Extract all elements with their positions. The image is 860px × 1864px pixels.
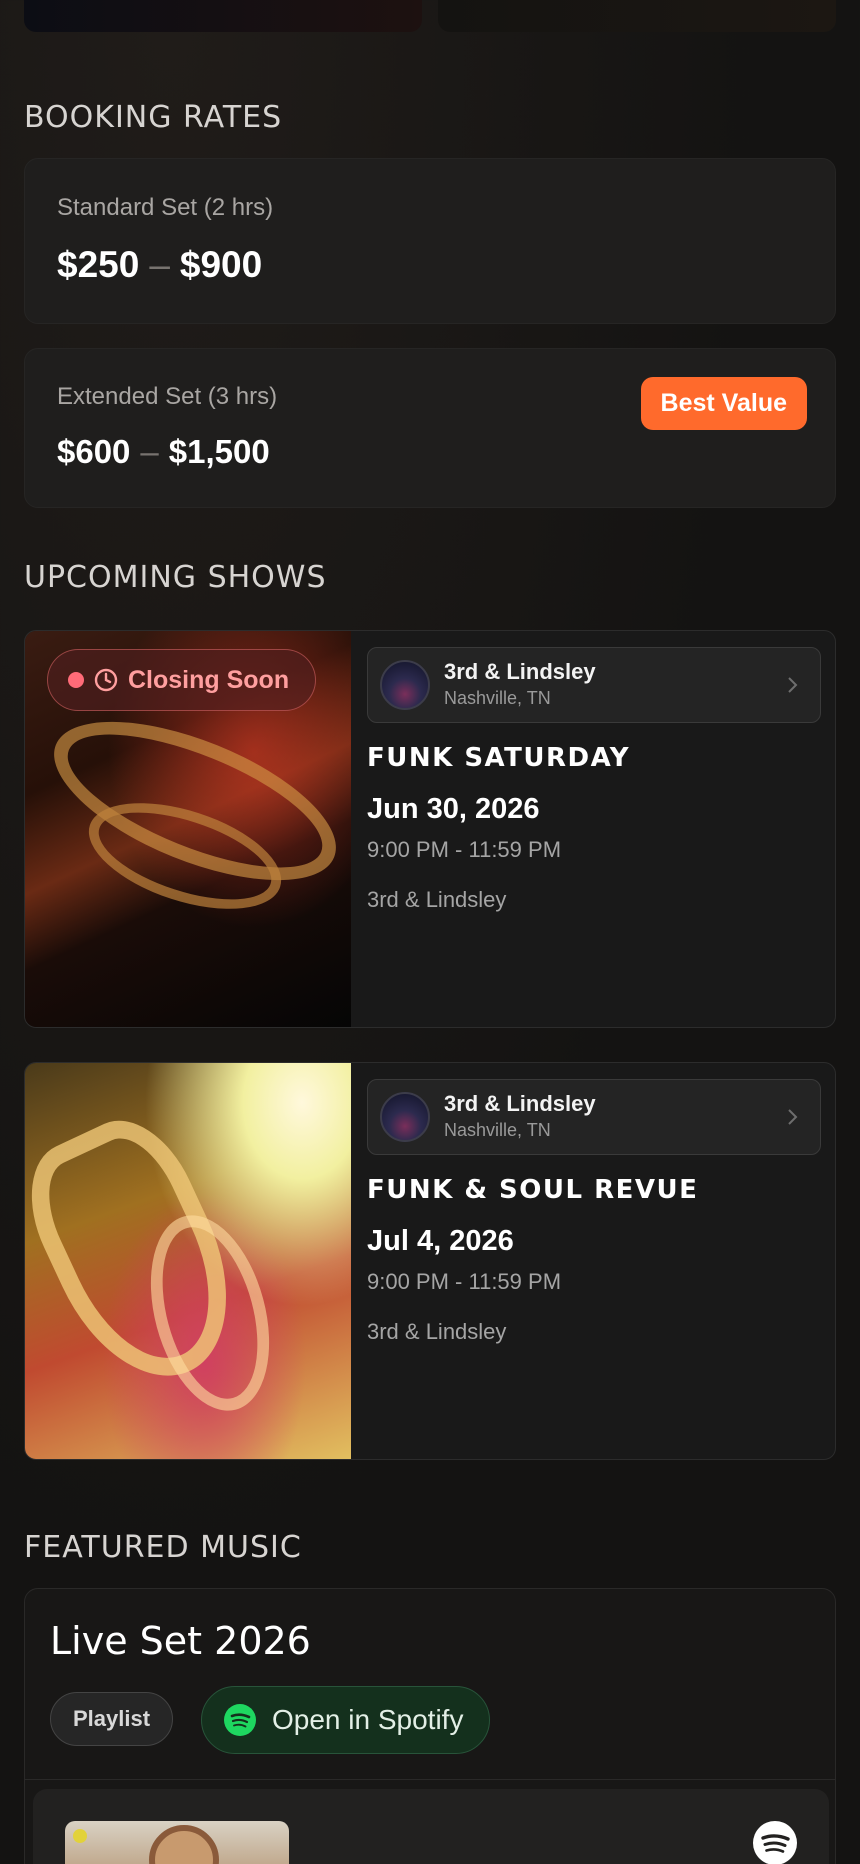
standard-set-card: Standard Set (2 hrs) $250– $900 — [24, 158, 836, 324]
trumpet-photo: Closing Soon — [25, 631, 357, 1027]
extended-set-price: $600– $1,500 — [57, 433, 270, 471]
standard-set-label: Standard Set (2 hrs) — [57, 194, 274, 221]
extended-set-card: Extended Set (3 hrs) $600– $1,500 Best Va… — [24, 348, 836, 508]
mini-badge-icon — [73, 1829, 87, 1843]
playlist-tag: Playlist — [50, 1692, 174, 1746]
top-card-stub-left[interactable] — [24, 0, 422, 32]
price-min: $250 — [57, 244, 140, 285]
best-value-badge: Best Value — [640, 377, 807, 430]
spotify-icon — [224, 1704, 256, 1736]
venue-avatar — [380, 1092, 430, 1142]
chevron-right-icon — [788, 677, 798, 693]
price-max: $1,500 — [168, 433, 270, 470]
closing-soon-badge: Closing Soon — [47, 649, 317, 711]
featured-music-heading: FEATURED MUSIC — [24, 1530, 302, 1565]
show-date: Jun 30, 2026 — [367, 793, 540, 825]
show-time: 9:00 PM - 11:59 PM — [367, 837, 562, 862]
chevron-right-icon — [788, 1109, 798, 1125]
venue-city: Nashville, TN — [444, 688, 551, 708]
price-max: $900 — [179, 244, 263, 285]
show-venue: 3rd & Lindsley — [367, 887, 507, 912]
price-separator: – — [149, 244, 170, 285]
music-card-title: Live Set 2026 — [50, 1619, 311, 1663]
divider — [25, 1779, 835, 1780]
booking-rates-heading: BOOKING RATES — [24, 100, 283, 135]
venue-name: 3rd & Lindsley — [444, 659, 596, 684]
venue-link[interactable]: 3rd & Lindsley Nashville, TN — [367, 647, 821, 723]
saxophone-photo — [25, 1063, 351, 1459]
show-time: 9:00 PM - 11:59 PM — [367, 1269, 562, 1294]
spotify-logo-icon[interactable] — [753, 1821, 797, 1864]
venue-name: 3rd & Lindsley — [444, 1091, 596, 1116]
show-title: FUNK SATURDAY — [367, 743, 631, 773]
show-date: Jul 4, 2026 — [367, 1225, 514, 1257]
spotify-embed-player[interactable] — [33, 1789, 829, 1864]
venue-link[interactable]: 3rd & Lindsley Nashville, TN — [367, 1079, 821, 1155]
top-card-stub-right[interactable] — [438, 0, 836, 32]
artist-portrait — [149, 1825, 219, 1864]
open-in-spotify-button[interactable]: Open in Spotify — [201, 1686, 491, 1754]
standard-set-price: $250– $900 — [57, 244, 262, 286]
price-separator: – — [140, 433, 159, 470]
upcoming-shows-heading: UPCOMING SHOWS — [24, 560, 327, 595]
show-title: FUNK & SOUL REVUE — [367, 1175, 699, 1205]
featured-music-card: Live Set 2026 Playlist Open in Spotify — [24, 1588, 836, 1864]
show-card[interactable]: Closing Soon 3rd & Lindsley Nashville, T… — [24, 630, 836, 1028]
show-card[interactable]: 3rd & Lindsley Nashville, TN FUNK & SOUL… — [24, 1062, 836, 1460]
venue-avatar — [380, 660, 430, 710]
clock-icon — [94, 668, 118, 692]
extended-set-label: Extended Set (3 hrs) — [57, 383, 278, 410]
show-venue: 3rd & Lindsley — [367, 1319, 507, 1344]
closing-soon-label: Closing Soon — [128, 665, 290, 694]
price-min: $600 — [57, 433, 131, 470]
open-in-spotify-label: Open in Spotify — [272, 1704, 464, 1735]
album-cover — [65, 1821, 289, 1864]
alert-dot-icon — [68, 672, 84, 688]
venue-city: Nashville, TN — [444, 1120, 551, 1140]
